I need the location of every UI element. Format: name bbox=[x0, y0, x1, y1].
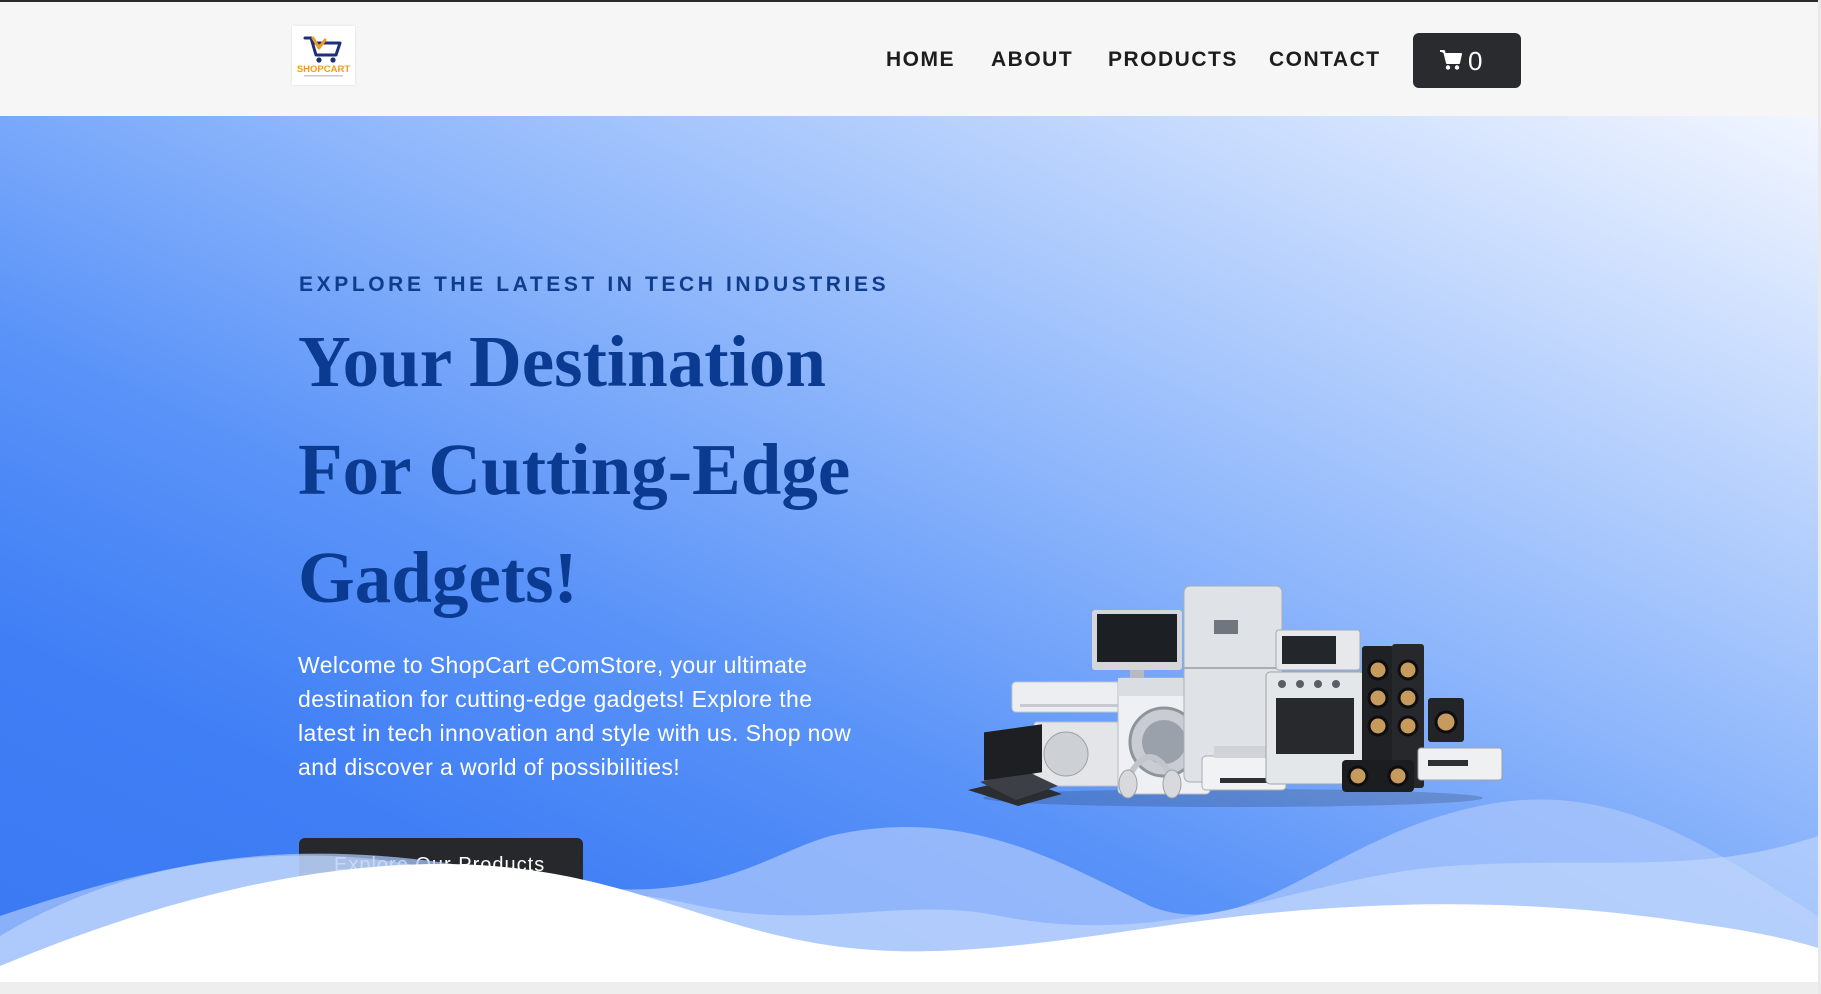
hero-eyebrow: EXPLORE THE LATEST IN TECH INDUSTRIES bbox=[299, 273, 890, 296]
headline-line-2: For Cutting-Edge bbox=[298, 429, 851, 510]
bottom-strip bbox=[0, 982, 1821, 994]
cart-count: 0 bbox=[1468, 46, 1483, 76]
logo-brand-text: SHOPCART bbox=[297, 64, 351, 75]
hero-intro-text: Welcome to ShopCart eComStore, your ulti… bbox=[298, 652, 852, 780]
page: SHOPCART HOME ABOUT PRODUCTS CONTACT 0 E… bbox=[0, 0, 1821, 994]
shopping-cart-icon bbox=[1439, 49, 1463, 76]
shopcart-logo[interactable]: SHOPCART bbox=[292, 26, 355, 85]
explore-products-button[interactable]: Explore Our Products bbox=[299, 838, 583, 898]
home-appliances-and-electronics-image bbox=[968, 585, 1503, 807]
explore-products-label: Explore Our Products bbox=[334, 854, 546, 876]
nav-contact-link[interactable]: CONTACT bbox=[1269, 48, 1381, 72]
hero-headline: Your Destination For Cutting-Edge Gadget… bbox=[298, 308, 918, 632]
nav-about-link[interactable]: ABOUT bbox=[991, 48, 1073, 72]
cart-button[interactable]: 0 bbox=[1413, 33, 1521, 88]
nav-products-link[interactable]: PRODUCTS bbox=[1108, 48, 1238, 72]
headline-line-1: Your Destination bbox=[298, 321, 826, 402]
hero-section: EXPLORE THE LATEST IN TECH INDUSTRIES Yo… bbox=[0, 116, 1818, 984]
site-header: SHOPCART HOME ABOUT PRODUCTS CONTACT 0 bbox=[0, 0, 1818, 116]
nav-home-link[interactable]: HOME bbox=[886, 48, 955, 72]
headline-line-3: Gadgets! bbox=[298, 537, 578, 618]
shopping-cart-logo-icon: SHOPCART bbox=[297, 36, 351, 77]
